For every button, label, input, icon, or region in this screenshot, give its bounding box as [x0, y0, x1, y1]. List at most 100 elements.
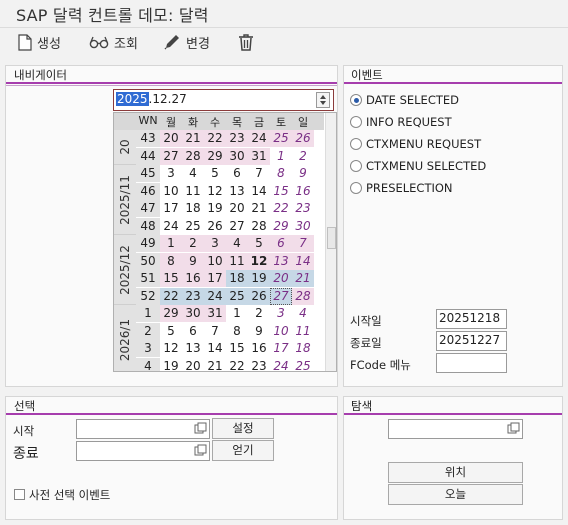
calendar-day[interactable]: 26 [292, 130, 314, 147]
calendar-day[interactable]: 11 [182, 182, 204, 200]
calendar-day[interactable]: 19 [160, 357, 182, 371]
calendar-day[interactable]: 16 [248, 340, 270, 357]
calendar-day[interactable]: 1 [270, 147, 292, 165]
date-spinner[interactable] [316, 92, 330, 108]
calendar-day[interactable]: 31 [248, 147, 270, 165]
position-button[interactable]: 위치 [388, 462, 523, 483]
calendar-day[interactable]: 5 [248, 235, 270, 252]
event-option[interactable]: DATE SELECTED [350, 91, 459, 109]
fcode-menu-field[interactable] [436, 353, 507, 373]
calendar-day[interactable]: 20 [182, 357, 204, 371]
week-number[interactable]: 2 [136, 322, 160, 340]
week-number[interactable]: 46 [136, 182, 160, 200]
week-number[interactable]: 47 [136, 200, 160, 217]
calendar-day[interactable]: 16 [292, 182, 314, 200]
calendar-day[interactable]: 23 [182, 287, 204, 305]
calendar-day[interactable]: 18 [182, 200, 204, 217]
calendar-day[interactable]: 13 [182, 340, 204, 357]
calendar-day[interactable]: 21 [292, 270, 314, 287]
calendar-day[interactable]: 8 [226, 322, 248, 340]
calendar-day[interactable]: 24 [248, 130, 270, 147]
event-radio[interactable] [350, 116, 362, 128]
week-number[interactable]: 52 [136, 287, 160, 305]
calendar-day[interactable]: 20 [270, 270, 292, 287]
calendar-day[interactable]: 21 [248, 200, 270, 217]
calendar-day[interactable]: 13 [270, 252, 292, 270]
selection-start-field[interactable] [76, 419, 210, 439]
calendar-day[interactable]: 12 [248, 252, 270, 270]
calendar-day[interactable]: 19 [248, 270, 270, 287]
calendar-day[interactable]: 24 [160, 217, 182, 235]
calendar-day[interactable]: 2 [292, 147, 314, 165]
search-field[interactable] [388, 419, 523, 439]
set-button[interactable]: 설정 [212, 418, 274, 439]
calendar-day[interactable]: 8 [270, 165, 292, 182]
event-option[interactable]: CTXMENU REQUEST [350, 135, 481, 153]
calendar-day[interactable]: 10 [160, 182, 182, 200]
calendar-day[interactable]: 4 [182, 165, 204, 182]
calendar-day[interactable]: 15 [270, 182, 292, 200]
calendar-day[interactable]: 12 [204, 182, 226, 200]
event-radio[interactable] [350, 182, 362, 194]
calendar-day[interactable]: 12 [160, 340, 182, 357]
calendar-day[interactable]: 6 [182, 322, 204, 340]
calendar-day[interactable]: 2 [182, 235, 204, 252]
event-radio[interactable] [350, 138, 362, 150]
calendar-day[interactable]: 7 [204, 322, 226, 340]
calendar-day[interactable]: 25 [270, 130, 292, 147]
calendar-day[interactable]: 15 [226, 340, 248, 357]
calendar-day[interactable]: 9 [292, 165, 314, 182]
calendar-day[interactable]: 28 [182, 147, 204, 165]
calendar-day[interactable]: 21 [182, 130, 204, 147]
calendar-day[interactable]: 29 [160, 305, 182, 322]
start-date-field[interactable]: 20251218 [436, 309, 507, 329]
calendar-day[interactable]: 30 [292, 217, 314, 235]
calendar-day[interactable]: 11 [226, 252, 248, 270]
calendar-day[interactable]: 30 [226, 147, 248, 165]
calendar-day[interactable]: 17 [270, 340, 292, 357]
calendar-day[interactable]: 2 [248, 305, 270, 322]
calendar-day[interactable]: 3 [270, 305, 292, 322]
calendar-day[interactable]: 22 [226, 357, 248, 371]
change-button[interactable]: 변경 [163, 32, 210, 52]
calendar-day[interactable]: 19 [204, 200, 226, 217]
event-radio[interactable] [350, 94, 362, 106]
calendar-day[interactable]: 17 [204, 270, 226, 287]
calendar-day[interactable]: 29 [204, 147, 226, 165]
calendar-day[interactable]: 29 [270, 217, 292, 235]
week-number[interactable]: 50 [136, 252, 160, 270]
calendar-day[interactable]: 26 [204, 217, 226, 235]
calendar-day[interactable]: 9 [248, 322, 270, 340]
calendar-day[interactable]: 23 [226, 130, 248, 147]
calendar-day[interactable]: 3 [204, 235, 226, 252]
scrollbar-thumb[interactable] [327, 227, 336, 249]
calendar-day[interactable]: 20 [226, 200, 248, 217]
calendar-day[interactable]: 6 [270, 235, 292, 252]
week-number[interactable]: 45 [136, 165, 160, 182]
end-date-field[interactable]: 20251227 [436, 331, 507, 351]
calendar-day[interactable]: 13 [226, 182, 248, 200]
date-input[interactable]: 2025.12.27 [113, 89, 334, 111]
calendar-day[interactable]: 31 [204, 305, 226, 322]
calendar-day[interactable]: 27 [226, 217, 248, 235]
calendar-day[interactable]: 14 [292, 252, 314, 270]
calendar-day[interactable]: 24 [270, 357, 292, 371]
create-button[interactable]: 생성 [18, 32, 61, 52]
value-help-icon[interactable] [194, 444, 207, 457]
calendar-day[interactable]: 17 [160, 200, 182, 217]
calendar-day[interactable]: 26 [248, 287, 270, 305]
calendar-day[interactable]: 8 [160, 252, 182, 270]
calendar-day[interactable]: 14 [204, 340, 226, 357]
calendar-day[interactable]: 14 [248, 182, 270, 200]
calendar-day[interactable]: 4 [292, 305, 314, 322]
calendar-day[interactable]: 25 [292, 357, 314, 371]
value-help-icon[interactable] [194, 422, 207, 435]
calendar-day[interactable]: 9 [182, 252, 204, 270]
event-option[interactable]: PRESELECTION [350, 179, 453, 197]
calendar-day[interactable]: 1 [160, 235, 182, 252]
preselect-event-checkbox[interactable] [14, 489, 25, 500]
selection-end-field[interactable] [76, 441, 210, 461]
calendar-day[interactable]: 7 [292, 235, 314, 252]
calendar-day[interactable]: 21 [204, 357, 226, 371]
calendar-day[interactable]: 5 [160, 322, 182, 340]
